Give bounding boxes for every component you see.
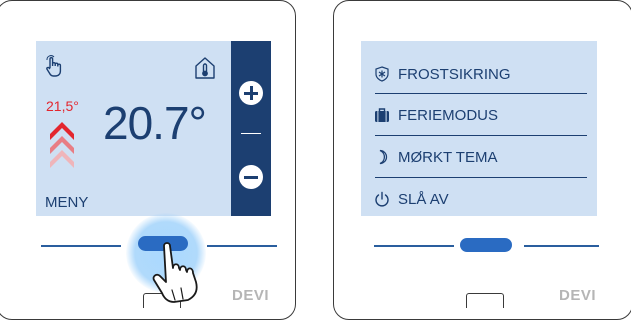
snowflake-shield-icon: [374, 66, 390, 82]
menu-item-frost-protection[interactable]: FROSTSIKRING: [361, 53, 586, 95]
house-thermometer-icon: [194, 56, 216, 80]
thermostat-screen: 21,5° 20.7° MENY: [36, 41, 271, 216]
power-icon: [374, 191, 390, 207]
devi-logo: DEVI: [559, 287, 597, 304]
manual-hand-icon: [44, 55, 64, 79]
menu-item-dark-theme[interactable]: MØRKT TEMA: [361, 136, 586, 178]
heating-chevrons-icon: [48, 118, 76, 168]
menu-screen: FROSTSIKRING FERIEMODUS MØRKT TEMA SLÅ A…: [361, 41, 597, 216]
rail-divider: [241, 133, 261, 134]
menu-item-label: SLÅ AV: [398, 191, 449, 208]
touch-line-left: [41, 245, 121, 247]
menu-item-label: FERIEMODUS: [398, 107, 499, 124]
touch-line-left: [374, 245, 454, 247]
menu-item-power-off[interactable]: SLÅ AV: [361, 178, 586, 216]
temperature-control-rail: [231, 41, 271, 216]
suitcase-icon: [374, 107, 390, 123]
menu-item-label: FROSTSIKRING: [398, 66, 511, 83]
setpoint-temperature: 21,5°: [46, 98, 79, 114]
menu-item-label: MØRKT TEMA: [398, 149, 498, 166]
increase-temperature-button[interactable]: [239, 81, 263, 105]
thermostat-right: FROSTSIKRING FERIEMODUS MØRKT TEMA SLÅ A…: [333, 0, 631, 320]
decrease-temperature-button[interactable]: [239, 165, 263, 189]
touch-line-right: [524, 245, 599, 247]
device-notch: [466, 293, 504, 308]
current-temperature: 20.7°: [103, 97, 207, 149]
menu-item-holiday-mode[interactable]: FERIEMODUS: [361, 94, 586, 136]
center-touch-button[interactable]: [460, 238, 512, 252]
pointing-hand-icon: [150, 238, 220, 304]
moon-icon: [374, 149, 390, 165]
menu-label[interactable]: MENY: [45, 194, 88, 211]
devi-logo: DEVI: [232, 287, 270, 304]
